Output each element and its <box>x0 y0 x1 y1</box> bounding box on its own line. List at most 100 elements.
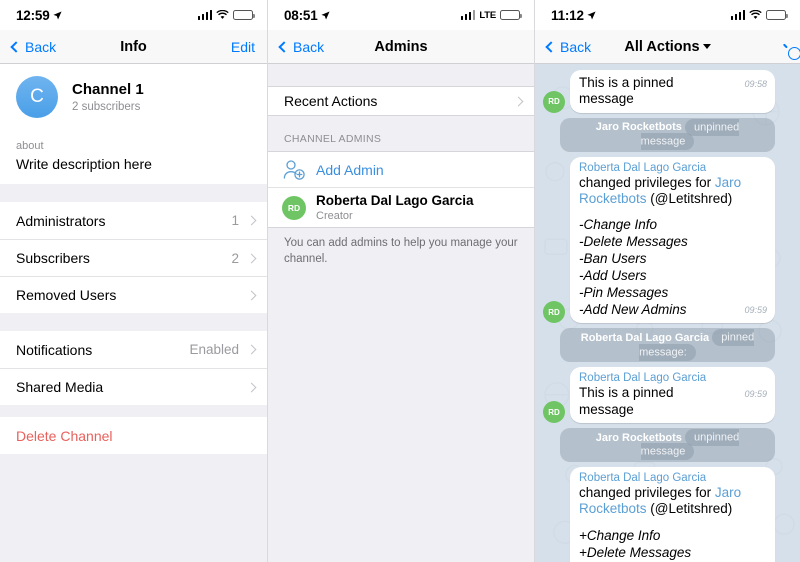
cellular-signal-icon <box>730 10 745 20</box>
message-inline: This is a pinned message 09:59 <box>579 385 767 418</box>
about-section: about Write description here <box>0 132 267 184</box>
message-row: RD Roberta Dal Lago Garcia changed privi… <box>543 466 792 562</box>
chevron-right-icon <box>246 253 257 263</box>
avatar: RD <box>543 90 565 113</box>
edit-button[interactable]: Edit <box>231 39 255 55</box>
settings-section: Notifications Enabled Shared Media <box>0 331 267 405</box>
wifi-icon <box>216 10 229 19</box>
row-label: Shared Media <box>16 379 104 395</box>
status-bar-3: 11:12 <box>535 0 800 30</box>
service-message: Jaro Rocketbots unpinned message <box>543 117 792 152</box>
row-removed-users[interactable]: Removed Users <box>0 276 267 313</box>
carrier-label: LTE <box>479 9 496 21</box>
message-bubble[interactable]: Roberta Dal Lago Garcia changed privileg… <box>570 466 775 562</box>
message-bubble[interactable]: Roberta Dal Lago Garcia changed privileg… <box>570 156 775 324</box>
back-label-1: Back <box>25 38 57 55</box>
battery-icon-3 <box>766 10 788 20</box>
service-message: Jaro Rocketbots unpinned message <box>543 428 792 462</box>
about-value: Write description here <box>16 156 152 172</box>
privilege-item: -Delete Messages <box>579 234 688 250</box>
message-bubble[interactable]: Roberta Dal Lago Garcia This is a pinned… <box>570 367 775 423</box>
status-time-label-3: 11:12 <box>551 7 584 23</box>
chevron-right-icon <box>246 344 257 355</box>
chat-area: RD This is a pinned message 09:58 Jaro R… <box>535 64 800 562</box>
message-text: This is a pinned message <box>579 385 674 417</box>
status-indicators-2: LTE <box>460 9 522 21</box>
recent-actions-row[interactable]: Recent Actions <box>268 86 534 116</box>
avatar: C <box>16 76 58 118</box>
row-label: Subscribers <box>16 250 90 266</box>
service-actor: Roberta Dal Lago Garcia <box>580 331 710 344</box>
message-row: RD Roberta Dal Lago Garcia This is a pin… <box>543 367 792 423</box>
navbar-3: Back All Actions <box>535 30 800 64</box>
row-shared-media[interactable]: Shared Media <box>0 368 267 405</box>
message-text: changed privileges for Jaro Rocketbots (… <box>579 175 767 208</box>
navbar-1: Back Info Edit <box>0 30 267 64</box>
status-time-label-1: 12:59 <box>16 7 50 23</box>
back-button-3[interactable]: Back <box>545 39 591 55</box>
row-administrators[interactable]: Administrators 1 <box>0 202 267 239</box>
row-label: Administrators <box>16 212 106 229</box>
privilege-prefix: changed privileges for <box>579 484 715 500</box>
privilege-list: -Change Info -Delete Messages -Ban Users… <box>579 216 767 318</box>
info-list: C Channel 1 2 subscribers about Write de… <box>0 64 267 562</box>
message-text: changed privileges for Jaro Rocketbots (… <box>579 485 767 518</box>
privilege-prefix: changed privileges for <box>579 174 715 190</box>
status-time-1: 12:59 <box>16 8 62 23</box>
message-time: 09:58 <box>744 79 767 89</box>
message-row: RD Roberta Dal Lago Garcia changed privi… <box>543 156 792 324</box>
back-label-2: Back <box>293 38 325 55</box>
row-label: Notifications <box>16 341 93 358</box>
subscriber-count: 2 subscribers <box>72 101 141 113</box>
admin-role: Creator <box>316 210 353 222</box>
row-notifications[interactable]: Notifications Enabled <box>0 331 267 368</box>
channel-profile[interactable]: C Channel 1 2 subscribers <box>0 64 267 132</box>
delete-channel-button[interactable]: Delete Channel <box>0 417 267 454</box>
handle-text: (@Letitshred) <box>646 191 733 206</box>
row-accessory <box>239 382 257 392</box>
back-button-1[interactable]: Back <box>10 38 57 55</box>
row-accessory: Enabled <box>189 342 257 357</box>
privilege-item: -Ban Users <box>579 251 647 267</box>
avatar: RD <box>543 401 565 423</box>
admin-row[interactable]: RD Roberta Dal Lago Garcia Creator <box>268 187 534 228</box>
three-screenshot-strip: 12:59 Back Info Edit C Channel 1 2 subsc… <box>0 0 800 562</box>
navbar-2: Back Admins <box>268 30 534 64</box>
message-author: Roberta Dal Lago Garcia <box>579 161 707 174</box>
battery-icon-2 <box>500 10 522 20</box>
message-bubble[interactable]: This is a pinned message 09:58 <box>570 70 775 113</box>
privilege-item: -Add New Admins <box>579 302 687 318</box>
row-accessory: 2 <box>231 251 257 266</box>
cellular-signal-icon <box>460 10 476 20</box>
row-label: Delete Channel <box>16 427 113 444</box>
privilege-item: -Add Users <box>579 268 647 284</box>
message-author: Roberta Dal Lago Garcia <box>579 471 707 484</box>
row-subscribers[interactable]: Subscribers 2 <box>0 239 267 276</box>
row-accessory: 1 <box>231 213 257 228</box>
service-text: Jaro Rocketbots unpinned message <box>560 428 775 462</box>
service-text: Jaro Rocketbots unpinned message <box>560 117 775 152</box>
message-time: 09:59 <box>744 389 767 400</box>
status-indicators-1 <box>197 10 255 20</box>
danger-section: Delete Channel <box>0 417 267 454</box>
chevron-right-icon <box>513 96 524 106</box>
chevron-right-icon <box>246 290 257 300</box>
add-admin-row[interactable]: Add Admin <box>268 151 534 187</box>
row-label: Removed Users <box>16 287 117 303</box>
back-button-2[interactable]: Back <box>278 38 325 55</box>
admins-footnote: You can add admins to help you manage yo… <box>284 237 518 265</box>
row-accessory <box>513 96 524 106</box>
message-row: RD This is a pinned message 09:58 <box>543 70 792 113</box>
section-header-channel-admins: CHANNEL ADMINS <box>284 133 382 145</box>
screen-admins: 08:51 LTE Back Admins Recent Actions CHA… <box>267 0 534 562</box>
service-actor: Jaro Rocketbots <box>595 121 682 134</box>
cellular-signal-icon <box>197 10 212 20</box>
avatar: RD <box>282 195 306 220</box>
row-value: Enabled <box>189 342 239 357</box>
service-actor: Jaro Rocketbots <box>595 431 682 444</box>
about-row[interactable]: about Write description here <box>0 132 267 184</box>
screen-channel-info: 12:59 Back Info Edit C Channel 1 2 subsc… <box>0 0 267 562</box>
status-time-label-2: 08:51 <box>284 7 318 23</box>
